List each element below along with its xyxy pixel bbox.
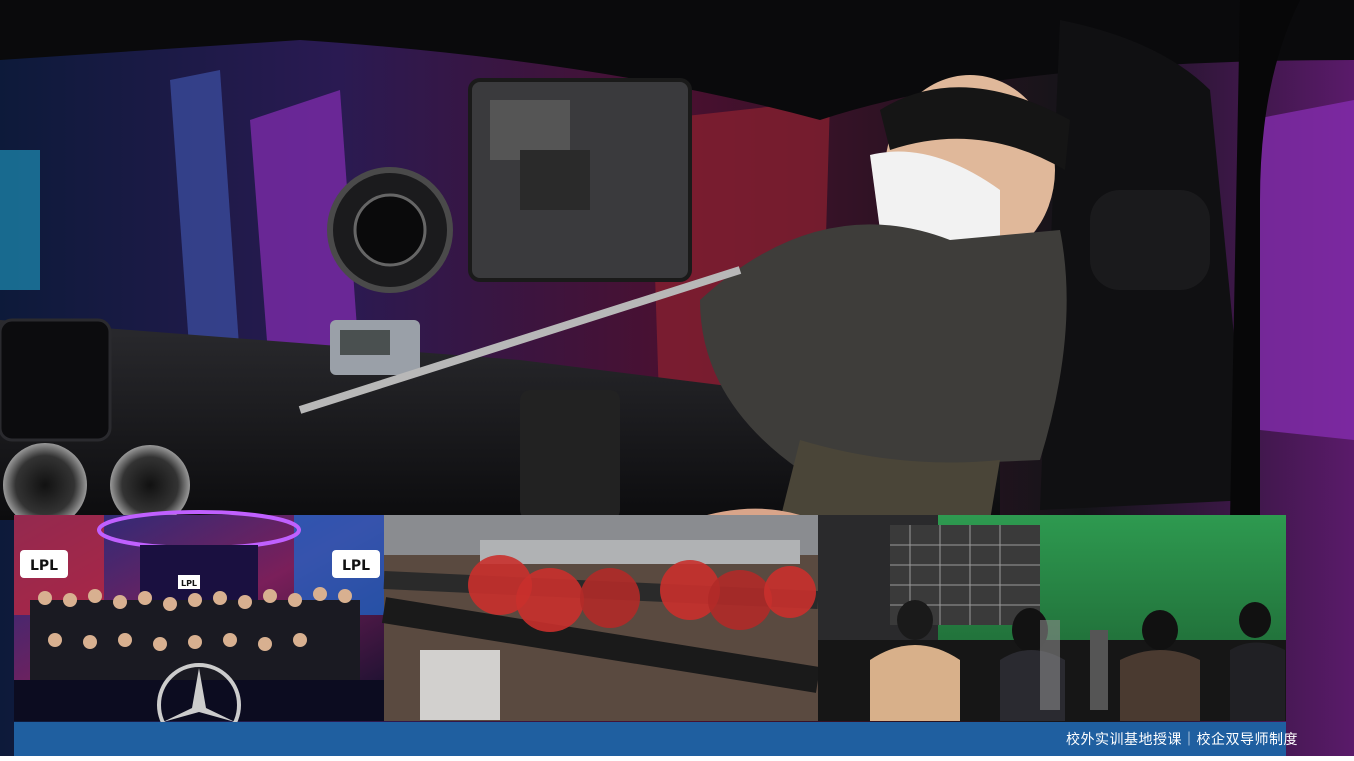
green-screen-studio-photo xyxy=(818,515,1286,721)
caption-text: 校外实训基地授课｜校企双导师制度 xyxy=(1066,732,1298,748)
lpl-logo-right: LPL xyxy=(342,558,370,574)
group-photo: LPL LPL LPL xyxy=(14,510,384,747)
lpl-logo-left: LPL xyxy=(30,558,58,574)
hero-photo: LPL LPL LPL xyxy=(0,0,1354,761)
camera-slider-photo xyxy=(381,515,821,721)
lpl-logo-center: LPL xyxy=(181,579,197,588)
